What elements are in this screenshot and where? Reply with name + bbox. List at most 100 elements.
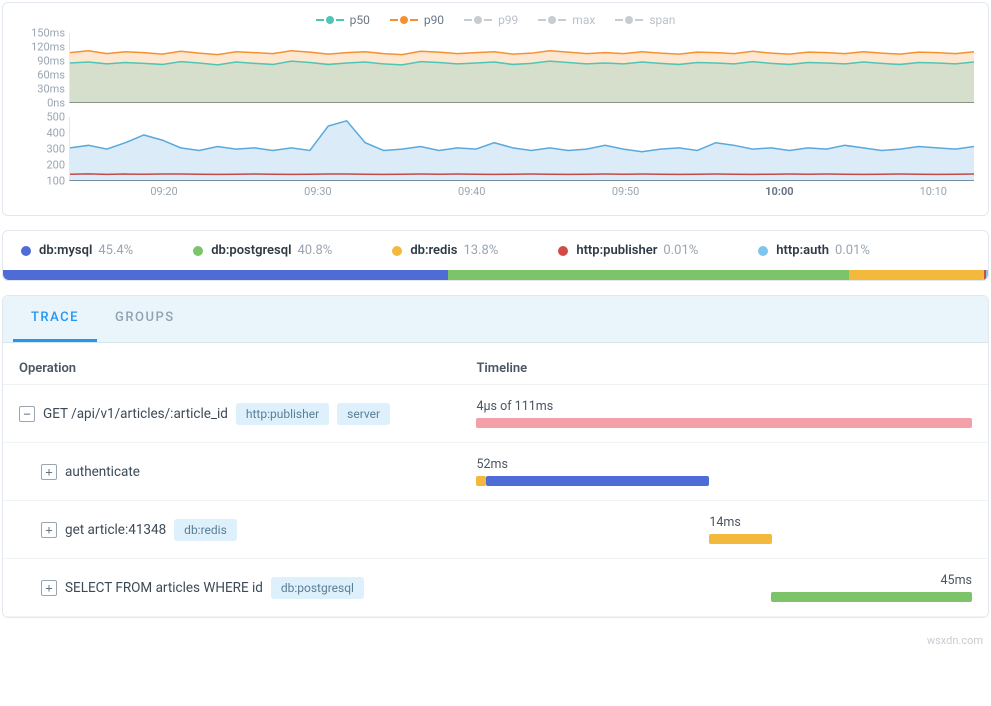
legend-item-p90[interactable]: p90: [390, 13, 444, 27]
y-tick: 200: [17, 159, 65, 172]
breakdown-value: 40.8%: [297, 243, 332, 258]
span-name: SELECT FROM articles WHERE id: [65, 580, 263, 596]
breakdown-value: 0.01%: [663, 243, 698, 258]
watermark: wsxdn.com: [2, 632, 989, 647]
span-timeline: 52ms: [476, 457, 972, 486]
service-breakdown-card: db:mysql 45.4% db:postgresql 40.8% db:redis 1…: [2, 230, 989, 281]
legend-item-max[interactable]: max: [538, 13, 595, 27]
timeline-label: 14ms: [709, 515, 972, 530]
chart-legend: p50 p90 p99 max span: [17, 13, 974, 27]
breakdown-name: http:auth: [776, 243, 829, 258]
tab-trace[interactable]: TRACE: [13, 296, 97, 342]
y-tick: 100: [17, 175, 65, 188]
column-header-operation: Operation: [19, 361, 476, 376]
latency-chart: 150ms120ms90ms60ms30ms0ns: [17, 33, 974, 103]
throughput-chart: 500400300200100 09:2009:3009:4009:5010:0…: [17, 117, 974, 205]
span-operation: + SELECT FROM articles WHERE id db:postgre…: [19, 577, 476, 599]
timeline-label: 4µs of 111ms: [476, 399, 972, 414]
timeline-label: 45ms: [476, 573, 972, 588]
y-tick: 30ms: [17, 83, 65, 96]
y-tick: 300: [17, 143, 65, 156]
expand-icon[interactable]: +: [41, 580, 57, 596]
timeline-bar: [486, 476, 709, 486]
y-tick: 500: [17, 111, 65, 124]
breakdown-segment-http-auth: [986, 270, 988, 280]
span-operation: + get article:41348 db:redis: [19, 519, 476, 541]
span-tag[interactable]: db:postgresql: [271, 577, 364, 599]
latency-chart-svg: [70, 33, 974, 103]
breakdown-value: 0.01%: [835, 243, 870, 258]
breakdown-name: db:redis: [410, 243, 457, 258]
legend-item-p50[interactable]: p50: [316, 13, 370, 27]
y-tick: 120ms: [17, 41, 65, 54]
breakdown-item-db-redis[interactable]: db:redis 13.8%: [392, 243, 498, 258]
latency-charts-card: p50p90p99maxspan 150ms120ms90ms60ms30ms0…: [2, 2, 989, 216]
timeline-bar: [771, 592, 972, 602]
timeline-bar: [476, 418, 972, 428]
breakdown-item-db-mysql[interactable]: db:mysql 45.4%: [21, 243, 133, 258]
span-row-redis[interactable]: + get article:41348 db:redis 14ms: [3, 501, 988, 559]
throughput-chart-svg: [70, 117, 974, 181]
timeline-track: [476, 418, 972, 428]
y-tick: 150ms: [17, 27, 65, 40]
span-timeline: 45ms: [476, 573, 972, 602]
breakdown-dot: [758, 246, 768, 256]
y-tick: 90ms: [17, 55, 65, 68]
breakdown-segment-db-redis: [849, 270, 984, 280]
breakdown-segment-db-postgresql: [448, 270, 848, 280]
span-timeline: 4µs of 111ms: [476, 399, 972, 428]
x-tick: 10:00: [765, 185, 793, 198]
legend-item-p99[interactable]: p99: [464, 13, 518, 27]
breakdown-name: db:postgresql: [211, 243, 291, 258]
x-tick: 09:20: [150, 185, 177, 198]
span-timeline: 14ms: [476, 515, 972, 544]
breakdown-name: db:mysql: [39, 243, 92, 258]
timeline-track: [476, 534, 972, 544]
timeline-label: 52ms: [476, 457, 972, 472]
x-tick: 09:30: [304, 185, 331, 198]
y-tick: 60ms: [17, 69, 65, 82]
span-tag[interactable]: http:publisher: [236, 403, 329, 425]
breakdown-dot: [21, 246, 31, 256]
y-tick: 0ns: [17, 97, 65, 110]
span-operation: −GET /api/v1/articles/:article_id http:pu…: [19, 403, 476, 425]
expand-icon[interactable]: +: [41, 464, 57, 480]
tab-groups[interactable]: GROUPS: [97, 296, 193, 342]
timeline-bar: [709, 534, 771, 544]
breakdown-dot: [558, 246, 568, 256]
trace-table-header: Operation Timeline: [3, 343, 988, 385]
breakdown-value: 45.4%: [98, 243, 133, 258]
breakdown-item-db-postgresql[interactable]: db:postgresql 40.8%: [193, 243, 332, 258]
breakdown-dot: [193, 246, 203, 256]
span-name: get article:41348: [65, 522, 166, 538]
span-row-pg[interactable]: + SELECT FROM articles WHERE id db:postgre…: [3, 559, 988, 617]
breakdown-item-http-publisher[interactable]: http:publisher 0.01%: [558, 243, 698, 258]
breakdown-item-http-auth[interactable]: http:auth 0.01%: [758, 243, 870, 258]
breakdown-dot: [392, 246, 402, 256]
column-header-timeline: Timeline: [476, 361, 972, 376]
x-tick: 09:40: [458, 185, 485, 198]
span-tag[interactable]: server: [337, 403, 390, 425]
span-row-root[interactable]: −GET /api/v1/articles/:article_id http:pu…: [3, 385, 988, 443]
breakdown-value: 13.8%: [463, 243, 498, 258]
expand-icon[interactable]: +: [41, 522, 57, 538]
timeline-bar: [476, 476, 486, 486]
breakdown-legend: db:mysql 45.4% db:postgresql 40.8% db:redis 1…: [21, 243, 970, 264]
timeline-track: [476, 592, 972, 602]
trace-card: TRACE GROUPS Operation Timeline −GET /ap…: [2, 295, 989, 618]
span-name: authenticate: [65, 464, 140, 480]
breakdown-bar: [3, 270, 988, 280]
tabs: TRACE GROUPS: [3, 296, 988, 343]
span-row-auth[interactable]: + authenticate 52ms: [3, 443, 988, 501]
span-operation: + authenticate: [19, 464, 476, 480]
breakdown-segment-db-mysql: [3, 270, 448, 280]
breakdown-name: http:publisher: [576, 243, 657, 258]
x-tick: 10:10: [920, 185, 947, 198]
legend-item-span[interactable]: span: [615, 13, 675, 27]
x-tick: 09:50: [612, 185, 639, 198]
y-tick: 400: [17, 127, 65, 140]
span-tag[interactable]: db:redis: [174, 519, 237, 541]
timeline-track: [476, 476, 972, 486]
collapse-icon[interactable]: −: [19, 406, 35, 422]
span-name: GET /api/v1/articles/:article_id: [43, 406, 228, 422]
